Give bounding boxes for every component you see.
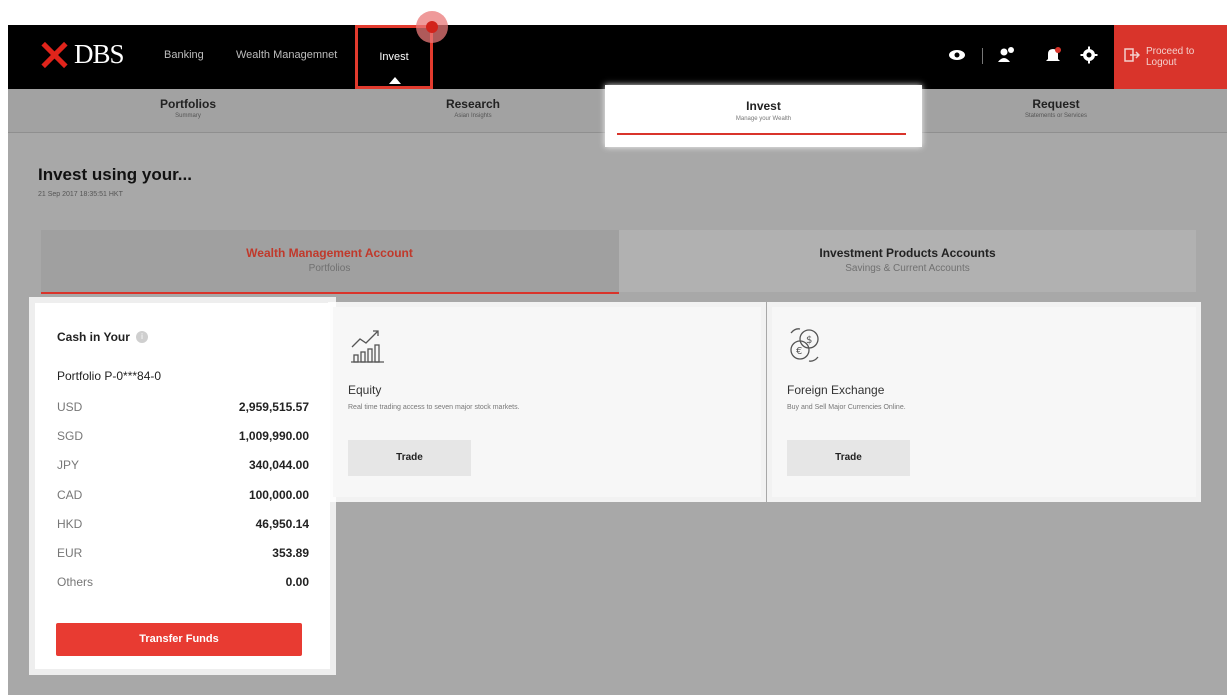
foreign-exchange-card: $ € Foreign Exchange Buy and Sell Major …: [772, 307, 1196, 497]
logout-label-line1: Proceed to: [1146, 46, 1195, 57]
tab-portfolios[interactable]: Portfolios Summary: [58, 89, 318, 133]
currency-code: Others: [57, 575, 94, 589]
info-icon[interactable]: i: [136, 331, 148, 343]
tab-research[interactable]: Research Asian Insights: [343, 89, 603, 133]
cash-row: USD 2,959,515.57: [57, 400, 309, 416]
tab-subtitle: Asian Insights: [454, 113, 492, 119]
svg-text:$: $: [806, 335, 812, 346]
portfolio-id: Portfolio P-0***84-0: [57, 369, 162, 383]
cash-card: Cash in Your i Portfolio P-0***84-0 USD 2…: [35, 303, 330, 669]
equity-trade-button[interactable]: Trade: [348, 440, 471, 476]
currency-amount: 0.00: [285, 575, 309, 589]
currency-amount: 340,044.00: [248, 458, 309, 472]
equity-card: Equity Real time trading access to seven…: [333, 307, 761, 497]
account-tab-title: Investment Products Accounts: [819, 246, 996, 260]
currency-amount: 2,959,515.57: [238, 400, 309, 414]
tab-title: Portfolios: [160, 97, 216, 111]
currency-code: CAD: [57, 488, 83, 502]
product-description: Real time trading access to seven major …: [348, 404, 520, 411]
tab-subtitle: Summary: [175, 113, 201, 119]
user-add-icon[interactable]: [995, 44, 1017, 66]
page-timestamp: 21 Sep 2017 18:35:51 HKT: [38, 191, 123, 198]
currency-code: USD: [57, 400, 83, 414]
cash-row: EUR 353.89: [57, 546, 309, 562]
dbs-x-mark-icon: [40, 41, 68, 69]
currency-amount: 1,009,990.00: [238, 429, 309, 443]
divider: [982, 48, 983, 64]
top-navigation-bar: DBS Banking Wealth Managemnet Invest Pro…: [8, 25, 1227, 89]
currency-amount: 46,950.14: [255, 517, 309, 531]
logout-button[interactable]: Proceed to Logout: [1114, 25, 1227, 89]
tab-invest[interactable]: Invest Manage your Wealth: [605, 85, 922, 147]
nav-invest-label: Invest: [379, 51, 409, 63]
eye-icon[interactable]: [946, 44, 968, 66]
tab-title: Invest: [746, 99, 781, 113]
account-tabs: Wealth Management Account Portfolios Inv…: [41, 230, 1196, 294]
active-account-underline: [41, 292, 619, 294]
tap-indicator-dot: [426, 21, 438, 33]
logout-label-line2: Logout: [1146, 57, 1177, 68]
product-name: Equity: [348, 383, 382, 397]
stock-chart-icon: [348, 325, 388, 365]
dbs-logo[interactable]: DBS: [40, 39, 125, 70]
svg-text:€: €: [796, 346, 802, 357]
app-frame: DBS Banking Wealth Managemnet Invest Pro…: [8, 25, 1227, 695]
tab-investment-products-accounts[interactable]: Investment Products Accounts Savings & C…: [619, 230, 1196, 292]
transfer-funds-button[interactable]: Transfer Funds: [56, 623, 302, 656]
currency-code: EUR: [57, 546, 83, 560]
currency-amount: 100,000.00: [248, 488, 309, 502]
nav-wealth-management[interactable]: Wealth Managemnet: [236, 49, 337, 61]
bell-icon[interactable]: [1042, 44, 1064, 66]
nav-banking[interactable]: Banking: [164, 49, 204, 61]
cash-row: HKD 46,950.14: [57, 517, 309, 533]
account-tab-subtitle: Portfolios: [308, 263, 351, 274]
page-title: Invest using your...: [38, 165, 192, 184]
cash-row: Others 0.00: [57, 575, 309, 591]
currency-code: HKD: [57, 517, 83, 531]
gear-icon[interactable]: [1078, 44, 1100, 66]
tab-wealth-management-account[interactable]: Wealth Management Account Portfolios: [41, 230, 619, 292]
brand-name: DBS: [74, 39, 125, 69]
logout-icon: [1124, 47, 1141, 67]
currency-exchange-icon: $ €: [787, 325, 827, 365]
cash-row: JPY 340,044.00: [57, 458, 309, 474]
cash-row: SGD 1,009,990.00: [57, 429, 309, 445]
cash-title: Cash in Your: [57, 330, 130, 344]
active-tab-underline: [617, 133, 906, 135]
account-tab-subtitle: Savings & Current Accounts: [845, 263, 970, 274]
fx-trade-button[interactable]: Trade: [787, 440, 910, 476]
tab-title: Request: [1032, 97, 1080, 111]
tab-subtitle: Manage your Wealth: [735, 116, 792, 122]
product-name: Foreign Exchange: [787, 383, 885, 397]
tab-subtitle: Statements or Services: [1024, 113, 1088, 119]
currency-code: SGD: [57, 429, 84, 443]
product-description: Buy and Sell Major Currencies Online.: [787, 404, 906, 411]
account-tab-title: Wealth Management Account: [246, 246, 413, 260]
tab-request[interactable]: Request Statements or Services: [926, 89, 1186, 133]
cash-row: CAD 100,000.00: [57, 488, 309, 504]
currency-code: JPY: [57, 458, 80, 472]
currency-amount: 353.89: [272, 546, 309, 560]
tab-title: Research: [445, 97, 501, 111]
active-caret-icon: [389, 77, 401, 84]
